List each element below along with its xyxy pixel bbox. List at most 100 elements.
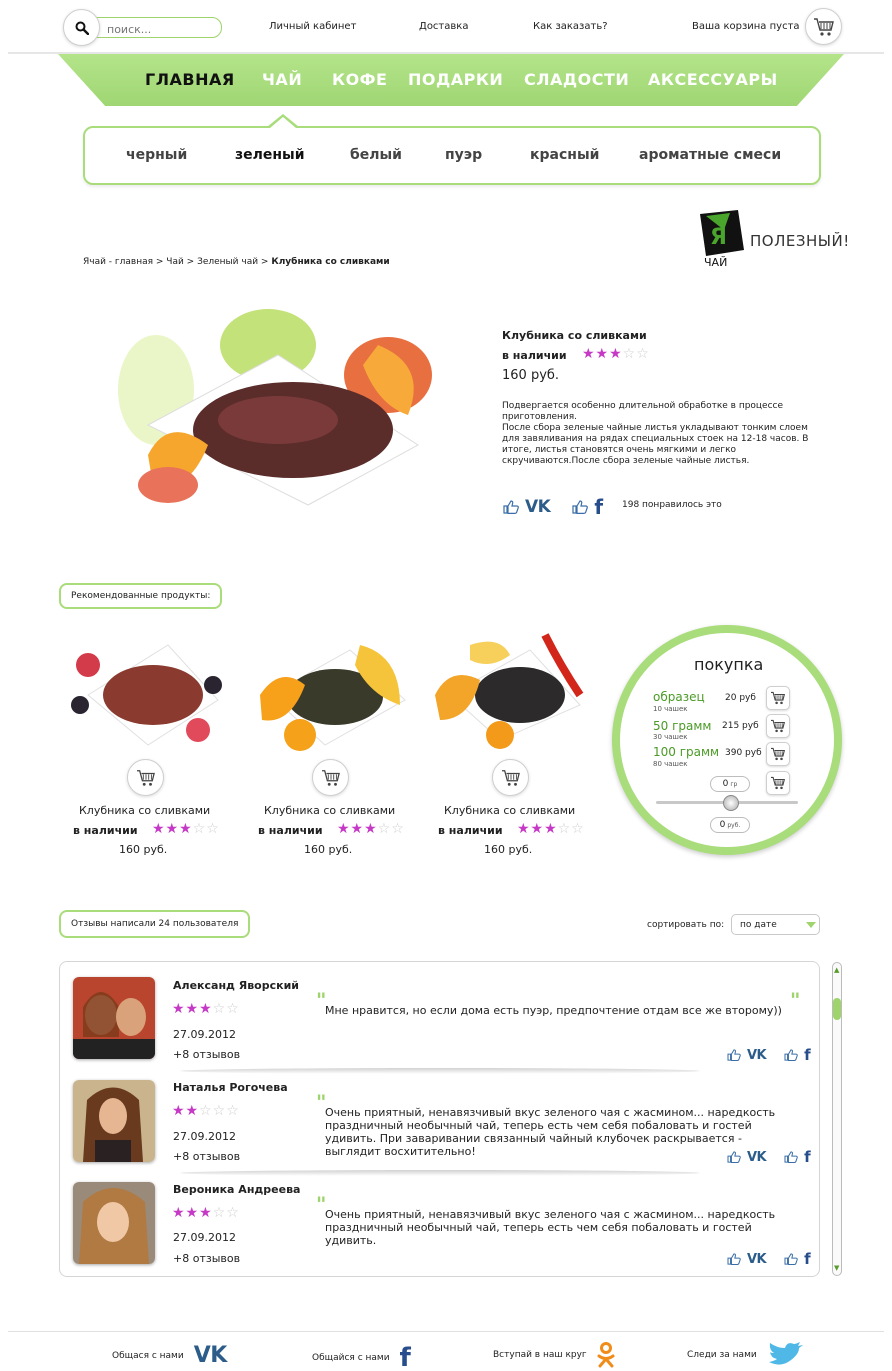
vk-icon[interactable]: VK (747, 1150, 767, 1165)
nav-sweets[interactable]: СЛАДОСТИ (524, 70, 629, 89)
review-rating: ★★☆☆☆ (172, 1103, 240, 1119)
facebook-icon[interactable]: f (400, 1343, 411, 1371)
logo[interactable]: Я ЧАЙ (698, 210, 744, 270)
like-icon[interactable] (503, 500, 519, 514)
option-50g-cups: 30 чашек (653, 733, 688, 741)
cart-icon (771, 776, 786, 790)
rec-product-image[interactable] (430, 625, 590, 755)
avatar[interactable] (73, 1080, 155, 1162)
rec-add-to-cart-button[interactable] (312, 759, 349, 796)
nav-top-line (8, 52, 884, 54)
odnoklassniki-icon[interactable] (597, 1342, 615, 1368)
subnav-white[interactable]: белый (350, 147, 402, 163)
review-count-link[interactable]: +8 отзывов (173, 1252, 240, 1265)
review-rating: ★★★☆☆ (172, 1205, 240, 1221)
search-field[interactable] (88, 17, 222, 39)
reviews-scrollbar-thumb[interactable] (833, 998, 841, 1020)
twitter-bird-icon[interactable] (767, 1342, 803, 1368)
grams-value: 0 (722, 779, 729, 789)
like-icon[interactable] (572, 500, 589, 514)
nav-tea[interactable]: ЧАЙ (262, 70, 302, 89)
reviewer-name[interactable]: Вероника Андреева (173, 1183, 300, 1196)
search-input[interactable] (107, 20, 217, 39)
facebook-icon[interactable]: f (804, 1046, 811, 1064)
nav-accessories[interactable]: АКСЕССУАРЫ (648, 70, 778, 89)
like-icon[interactable] (727, 1151, 741, 1163)
footer-vk-link[interactable]: Общася с нами VK (112, 1343, 227, 1368)
avatar[interactable] (73, 1182, 155, 1264)
like-icon[interactable] (727, 1049, 741, 1061)
logo-small-text: ЧАЙ (704, 256, 727, 269)
rub-unit: руб. (727, 821, 741, 829)
footer-twitter-link[interactable]: Следи за нами (687, 1342, 803, 1368)
vk-icon[interactable]: VK (194, 1343, 228, 1368)
review-count-link[interactable]: +8 отзывов (173, 1048, 240, 1061)
rec-product-name[interactable]: Клубника со сливками (264, 804, 395, 817)
vk-icon[interactable]: VK (747, 1048, 767, 1063)
review-social: VK f (727, 1250, 811, 1268)
avatar[interactable] (73, 977, 155, 1059)
link-delivery[interactable]: Доставка (419, 21, 468, 32)
like-icon[interactable] (784, 1049, 798, 1061)
breadcrumb-path[interactable]: Ячай - главная > Чай > Зеленый чай > (83, 257, 268, 267)
link-account[interactable]: Личный кабинет (269, 21, 356, 32)
option-sample-cart-button[interactable] (766, 686, 790, 710)
reviewer-name[interactable]: Наталья Рогочева (173, 1081, 288, 1094)
rec-add-to-cart-button[interactable] (492, 759, 529, 796)
amount-slider-handle[interactable] (723, 795, 739, 811)
review-divider (180, 1170, 700, 1176)
facebook-icon[interactable]: f (804, 1250, 811, 1268)
rec-product-name[interactable]: Клубника со сливками (79, 804, 210, 817)
rec-product-image[interactable] (68, 625, 228, 755)
like-icon[interactable] (784, 1151, 798, 1163)
rub-input[interactable]: 0 руб. (710, 817, 750, 833)
scroll-up-icon[interactable]: ▲ (834, 966, 839, 974)
facebook-icon[interactable]: f (594, 495, 603, 519)
facebook-icon[interactable]: f (804, 1148, 811, 1166)
subnav-green[interactable]: зеленый (235, 147, 305, 163)
cart-status[interactable]: Ваша корзина пуста (692, 21, 800, 32)
chevron-down-icon[interactable] (806, 922, 816, 928)
reviewer-name[interactable]: Александ Яворский (173, 979, 299, 992)
vk-icon[interactable]: VK (525, 497, 551, 517)
vk-icon[interactable]: VK (747, 1252, 767, 1267)
rec-product-name[interactable]: Клубника со сливками (444, 804, 575, 817)
cart-icon (501, 769, 520, 786)
option-100g-name: 100 грамм (653, 745, 720, 759)
review-text: Мне нравится, но если дома есть пуэр, пр… (325, 1004, 782, 1017)
footer-divider (8, 1331, 884, 1332)
breadcrumb-current: Клубника со сливками (271, 257, 390, 267)
option-50g-cart-button[interactable] (766, 714, 790, 738)
grams-input[interactable]: 0 гр (710, 776, 750, 792)
rec-product-price: 160 руб. (484, 843, 533, 856)
link-how-to-order[interactable]: Как заказать? (533, 21, 608, 32)
purchase-title: покупка (694, 655, 764, 674)
recommended-heading-text: Рекомендованные продукты: (71, 591, 211, 601)
cart-icon (813, 17, 834, 36)
like-icon[interactable] (727, 1253, 741, 1265)
star-empty-icon: ☆☆ (622, 346, 650, 362)
cart-button[interactable] (805, 8, 842, 45)
search-button[interactable] (63, 9, 100, 46)
reviews-heading-text: Отзывы написали 24 пользователя (71, 919, 239, 929)
subnav-puer[interactable]: пуэр (445, 147, 482, 163)
nav-home[interactable]: ГЛАВНАЯ (145, 70, 235, 89)
custom-amount-cart-button[interactable] (766, 771, 790, 795)
breadcrumb: Ячай - главная > Чай > Зеленый чай > Клу… (83, 257, 390, 267)
review-social: VK f (727, 1046, 811, 1064)
nav-coffee[interactable]: КОФЕ (332, 70, 387, 89)
option-100g-cart-button[interactable] (766, 742, 790, 766)
product-photo (118, 309, 432, 506)
nav-gifts[interactable]: ПОДАРКИ (408, 70, 503, 89)
like-icon[interactable] (784, 1253, 798, 1265)
rec-product-image[interactable] (250, 625, 410, 755)
subnav-flavored[interactable]: ароматные смеси (639, 147, 781, 163)
footer-ok-link[interactable]: Вступай в наш круг (493, 1342, 615, 1368)
scroll-down-icon[interactable]: ▼ (834, 1264, 839, 1272)
review-count-link[interactable]: +8 отзывов (173, 1150, 240, 1163)
footer-fb-link[interactable]: Общайся с нами f (312, 1343, 411, 1371)
subnav-black[interactable]: черный (126, 147, 187, 163)
rec-add-to-cart-button[interactable] (127, 759, 164, 796)
option-sample-price: 20 руб (725, 693, 756, 703)
subnav-red[interactable]: красный (530, 147, 599, 163)
